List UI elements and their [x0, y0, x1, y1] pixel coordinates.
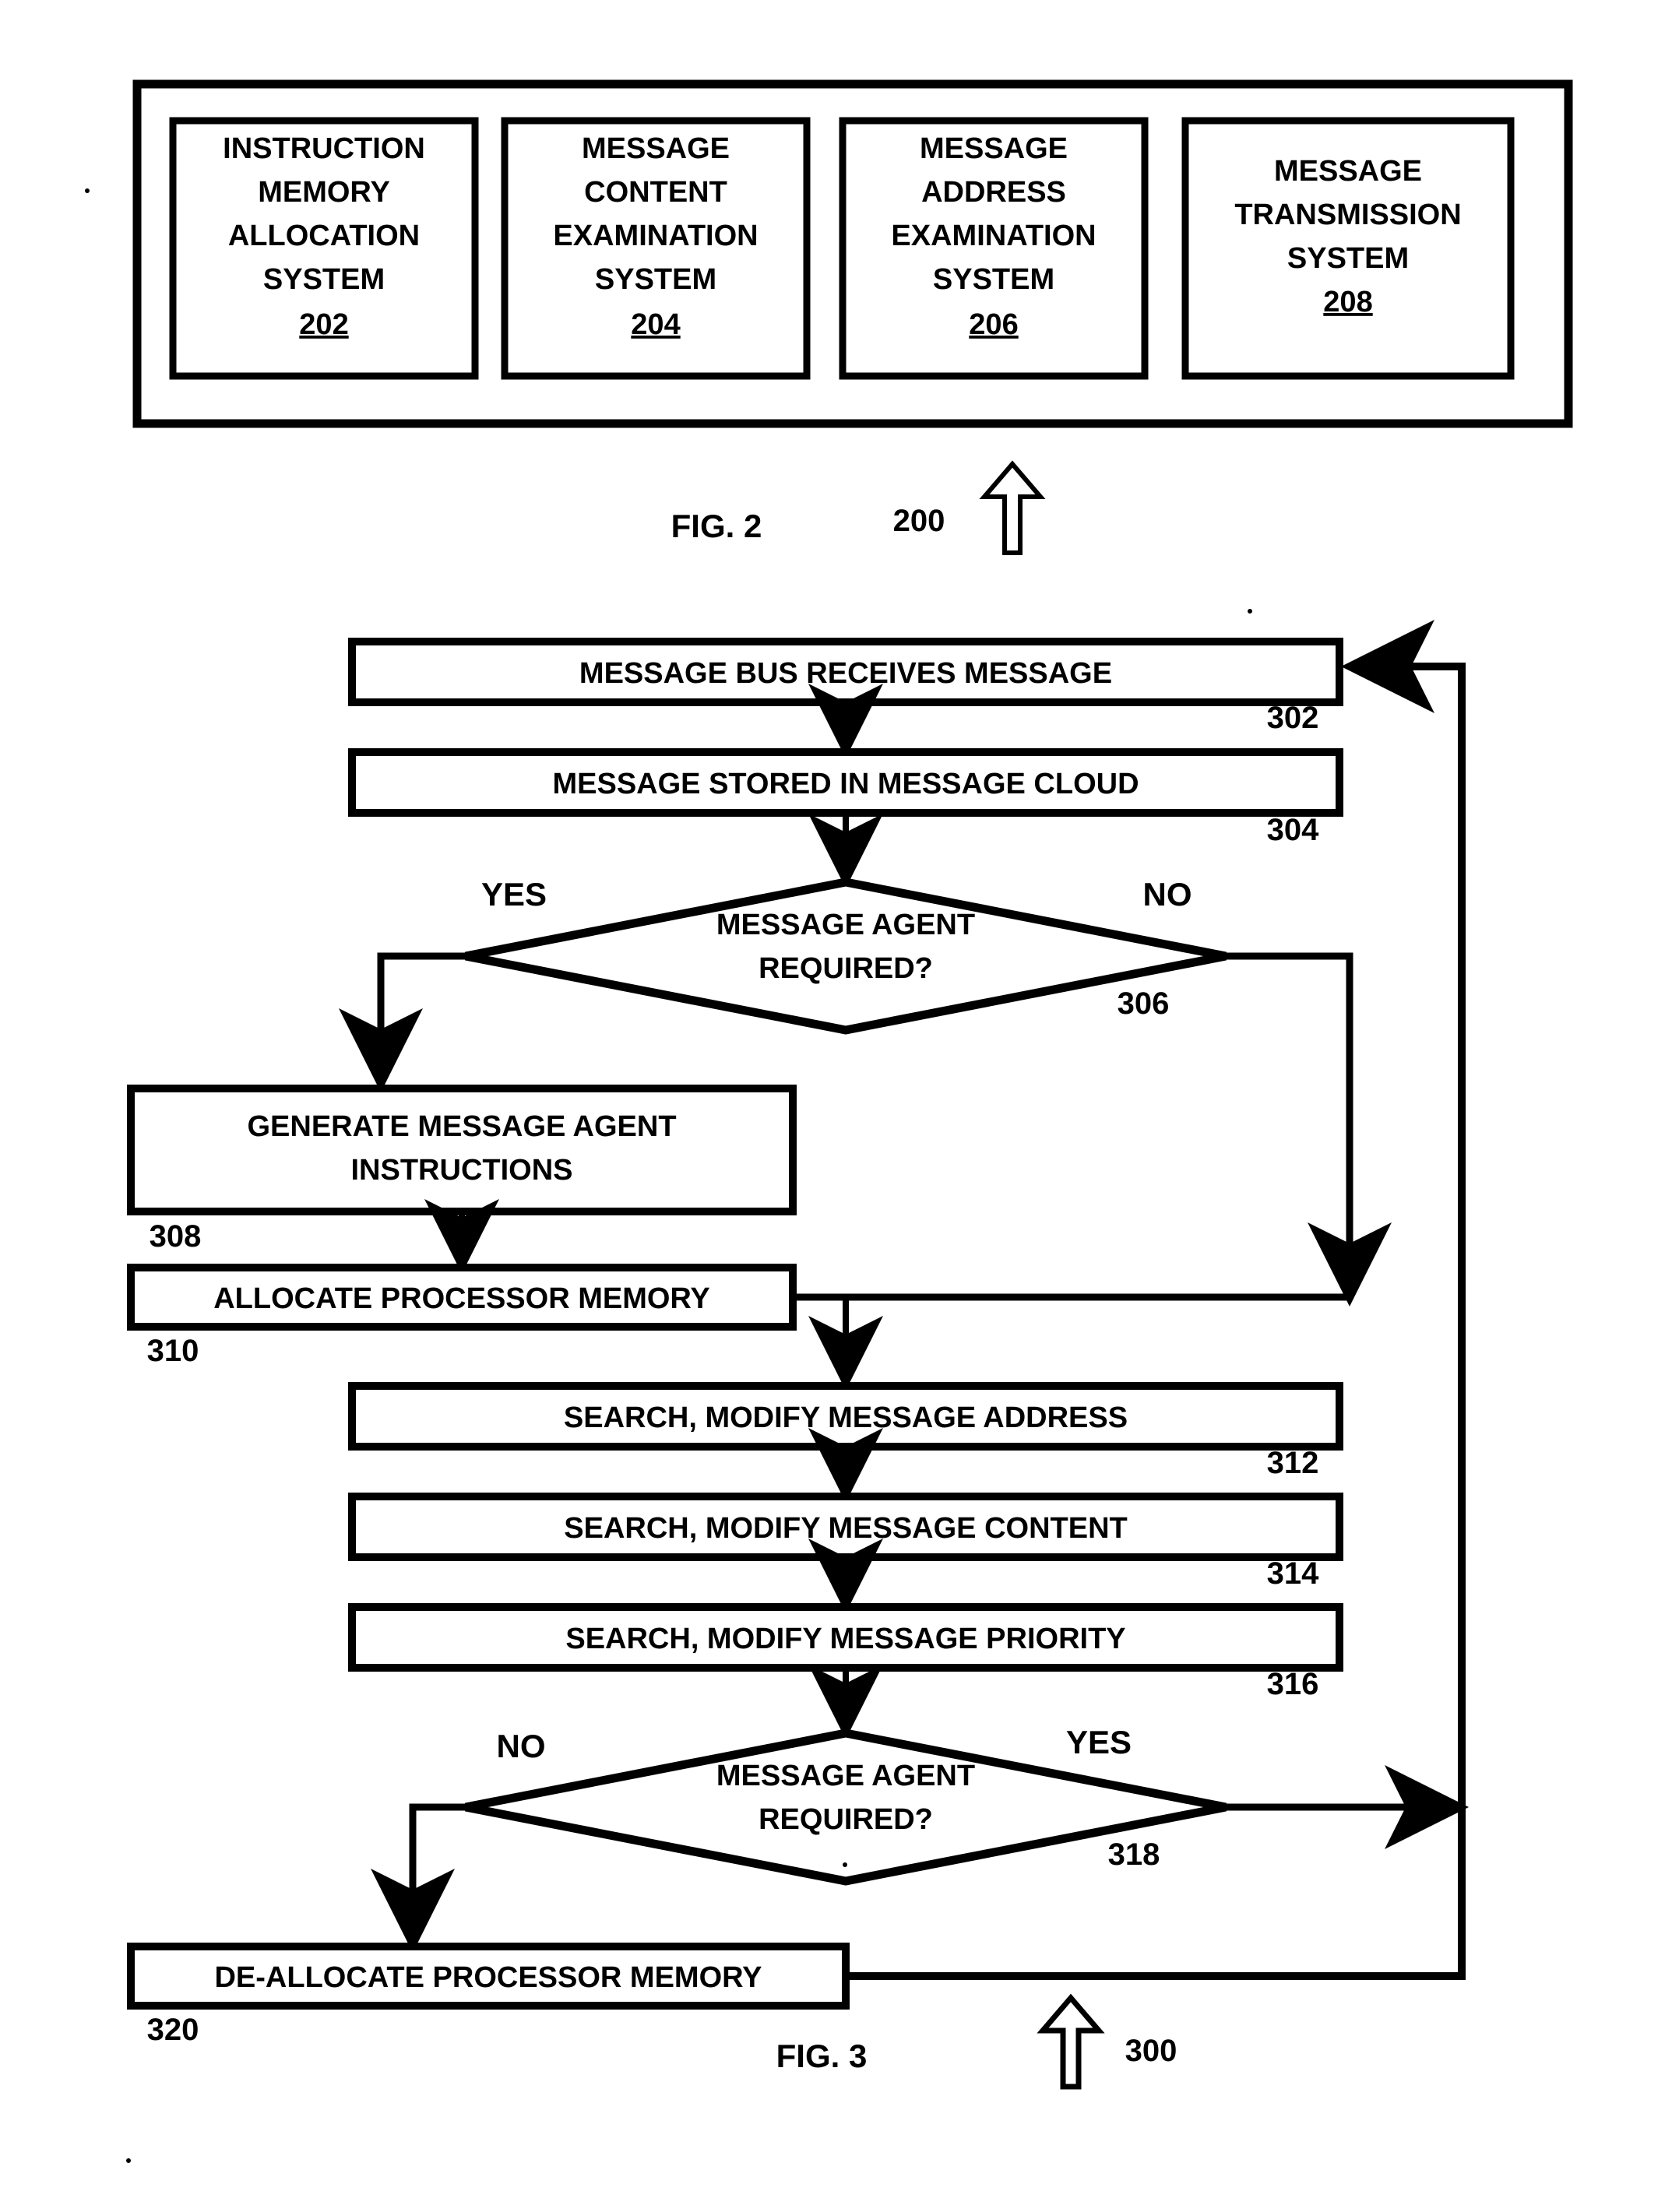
flow-ref-306: 306: [1118, 986, 1170, 1021]
flow-box-label: SEARCH, MODIFY MESSAGE CONTENT: [564, 1512, 1127, 1545]
patent-drawing-sheet: INSTRUCTION MEMORY ALLOCATION SYSTEM 202…: [0, 0, 1672, 2212]
flow-box-label-line2: INSTRUCTIONS: [351, 1154, 573, 1187]
fig2-ref-number: 200: [893, 504, 945, 538]
fig2-module-ref: 208: [1323, 286, 1372, 318]
flow-ref-320: 320: [147, 2013, 199, 2047]
fig2-module-line: SYSTEM: [1287, 242, 1409, 275]
flow-ref-314: 314: [1267, 1556, 1319, 1591]
fig2-module-206[interactable]: MESSAGE ADDRESS EXAMINATION SYSTEM 206: [839, 117, 1149, 380]
fig2-module-line: SYSTEM: [595, 263, 716, 296]
branch-318-no: [371, 1803, 466, 1953]
decision-label-line2: REQUIRED?: [759, 1803, 933, 1836]
flow-decision-318[interactable]: MESSAGE AGENT REQUIRED? NO YES 318: [464, 1724, 1227, 1886]
up-arrow-icon: [979, 460, 1046, 555]
page-speck: [126, 2158, 131, 2163]
flow-decision-306[interactable]: MESSAGE AGENT REQUIRED? YES NO 306: [464, 876, 1227, 1035]
fig2-module-line: SYSTEM: [933, 263, 1054, 296]
fig2-caption: FIG. 2: [671, 508, 762, 544]
fig2-module-line: ALLOCATION: [228, 220, 420, 252]
flow-box-label: SEARCH, MODIFY MESSAGE ADDRESS: [564, 1401, 1128, 1434]
branch-306-yes: [339, 952, 466, 1092]
fig2-module-line: ADDRESS: [921, 176, 1066, 209]
fig2-module-ref: 202: [299, 308, 348, 341]
fig2-module-line: INSTRUCTION: [223, 132, 425, 165]
fig2-module-line: EXAMINATION: [553, 220, 758, 252]
fig2-module-204[interactable]: MESSAGE CONTENT EXAMINATION SYSTEM 204: [501, 117, 811, 380]
flow-ref-312: 312: [1267, 1446, 1319, 1480]
fig2-module-line: MESSAGE: [582, 132, 730, 165]
fig2-module-208[interactable]: MESSAGE TRANSMISSION SYSTEM 208: [1181, 117, 1515, 380]
drawing-canvas: INSTRUCTION MEMORY ALLOCATION SYSTEM 202…: [85, 79, 1573, 2163]
flow-box-label: ALLOCATE PROCESSOR MEMORY: [213, 1282, 710, 1315]
fig3-group: MESSAGE BUS RECEIVES MESSAGE 302 MESSAGE…: [126, 609, 1469, 2163]
fig2-module-line: TRANSMISSION: [1234, 199, 1461, 231]
fig2-module-ref: 204: [631, 308, 680, 341]
flow-ref-318: 318: [1108, 1837, 1160, 1872]
flow-ref-316: 316: [1267, 1667, 1319, 1701]
up-arrow-icon: [1037, 1993, 1105, 2090]
fig2-module-line: CONTENT: [584, 176, 727, 209]
fig2-module-line: SYSTEM: [263, 263, 385, 296]
page-speck: [843, 1862, 847, 1867]
page-speck: [85, 188, 90, 193]
fig3-caption: FIG. 3: [776, 2038, 868, 2074]
fig2-module-line: MESSAGE: [920, 132, 1068, 165]
flow-box-label: DE-ALLOCATE PROCESSOR MEMORY: [214, 1961, 762, 1994]
decision-label-line1: MESSAGE AGENT: [716, 1760, 975, 1792]
flow-box: [127, 1085, 797, 1215]
fig2-module-202[interactable]: INSTRUCTION MEMORY ALLOCATION SYSTEM 202: [169, 117, 479, 380]
fig2-group: INSTRUCTION MEMORY ALLOCATION SYSTEM 202…: [85, 79, 1573, 555]
decision-318-no-label: NO: [497, 1728, 546, 1764]
flow-ref-308: 308: [150, 1219, 202, 1254]
decision-306-no-label: NO: [1143, 876, 1192, 913]
flow-box-label: MESSAGE BUS RECEIVES MESSAGE: [579, 657, 1112, 690]
flow-ref-304: 304: [1267, 813, 1319, 847]
branch-306-no: [1226, 952, 1392, 1306]
fig2-module-line: MEMORY: [258, 176, 390, 209]
flow-step-310[interactable]: ALLOCATE PROCESSOR MEMORY 310: [127, 1264, 797, 1368]
flow-step-320[interactable]: DE-ALLOCATE PROCESSOR MEMORY 320: [127, 1943, 850, 2047]
flow-box-label: SEARCH, MODIFY MESSAGE PRIORITY: [565, 1623, 1125, 1655]
flow-box-label: MESSAGE STORED IN MESSAGE CLOUD: [552, 768, 1139, 800]
page-speck: [1248, 609, 1252, 614]
flow-ref-302: 302: [1267, 701, 1319, 735]
fig2-module-line: EXAMINATION: [891, 220, 1096, 252]
fig2-module-ref: 206: [969, 308, 1018, 341]
decision-label-line1: MESSAGE AGENT: [716, 909, 975, 941]
flow-box-label-line1: GENERATE MESSAGE AGENT: [247, 1110, 676, 1143]
fig3-ref-number: 300: [1125, 2034, 1177, 2068]
decision-318-yes-label: YES: [1066, 1724, 1132, 1760]
decision-306-yes-label: YES: [481, 876, 547, 913]
flow-ref-310: 310: [147, 1334, 199, 1368]
decision-label-line2: REQUIRED?: [759, 952, 933, 985]
fig2-module-line: MESSAGE: [1274, 155, 1422, 188]
